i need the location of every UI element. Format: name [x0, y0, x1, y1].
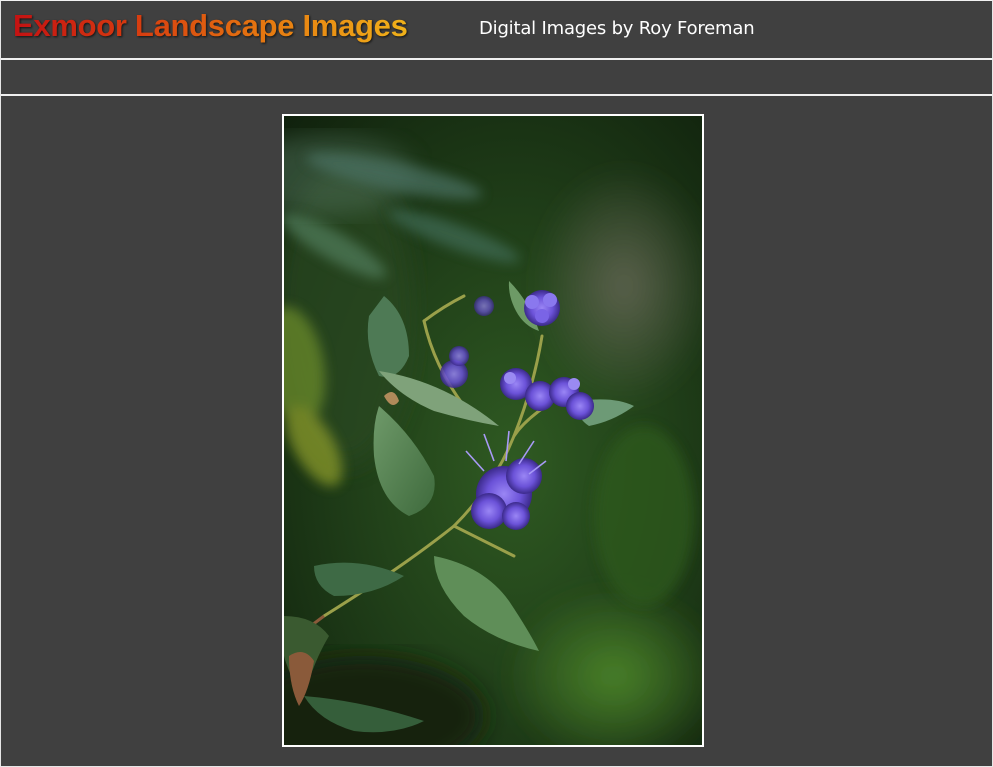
- nav-divider: [1, 94, 992, 96]
- flower-photo: [284, 116, 702, 745]
- photo-frame: [282, 114, 704, 747]
- site-title[interactable]: Exmoor Landscape Images: [13, 8, 408, 44]
- nav-bar: [1, 60, 992, 94]
- site-subtitle: Digital Images by Roy Foreman: [479, 18, 755, 39]
- site-header: Exmoor Landscape Images Digital Images b…: [1, 1, 992, 58]
